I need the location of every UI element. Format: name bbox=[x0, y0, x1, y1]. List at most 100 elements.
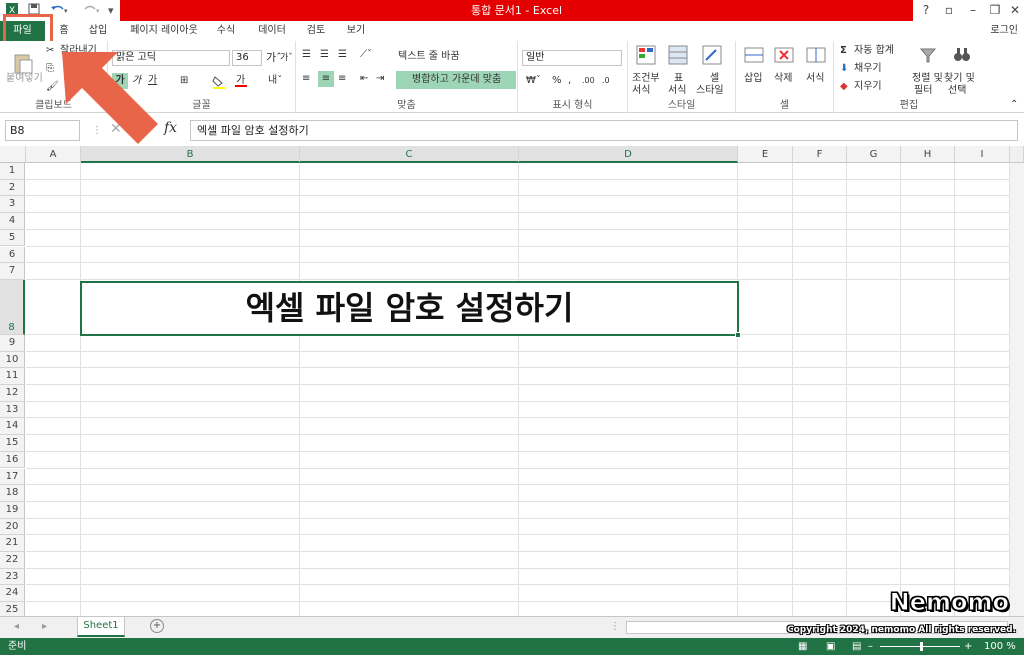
percent-button[interactable]: % bbox=[552, 75, 562, 87]
row-header[interactable]: 13 bbox=[0, 401, 25, 419]
row-header[interactable]: 23 bbox=[0, 568, 25, 586]
delete-cells-icon[interactable] bbox=[774, 45, 794, 69]
comma-button[interactable]: , bbox=[568, 75, 571, 87]
tab-split-icon[interactable]: ⋮ bbox=[610, 621, 620, 633]
align-right-icon[interactable]: ≡ bbox=[338, 73, 346, 85]
zoom-level[interactable]: 100 % bbox=[984, 638, 1016, 655]
row-header[interactable]: 24 bbox=[0, 585, 25, 603]
add-sheet-button[interactable]: + bbox=[150, 619, 164, 633]
ribbon-display-icon[interactable]: ▫ bbox=[938, 0, 960, 21]
fill-handle[interactable] bbox=[735, 332, 741, 338]
increase-indent-icon[interactable]: ⇥ bbox=[376, 73, 384, 85]
row-header[interactable]: 16 bbox=[0, 451, 25, 469]
row-header[interactable]: 10 bbox=[0, 351, 25, 369]
delete-cells-button[interactable]: 삭제 bbox=[774, 73, 792, 85]
column-header-i[interactable]: I bbox=[955, 146, 1010, 163]
align-top-icon[interactable]: ☰ bbox=[302, 49, 311, 61]
format-as-table-icon[interactable] bbox=[668, 45, 688, 69]
column-header-g[interactable]: G bbox=[847, 146, 901, 163]
row-header[interactable]: 17 bbox=[0, 468, 25, 486]
tab-formulas[interactable]: 수식 bbox=[210, 21, 242, 41]
row-header[interactable]: 1 bbox=[0, 163, 25, 180]
column-header-h[interactable]: H bbox=[901, 146, 955, 163]
tab-page-layout[interactable]: 페이지 레이아웃 bbox=[124, 21, 204, 41]
row-header[interactable]: 4 bbox=[0, 213, 25, 230]
conditional-format-label-1[interactable]: 조건부 bbox=[632, 73, 660, 85]
tab-review[interactable]: 검토 bbox=[300, 21, 332, 41]
zoom-in-icon[interactable]: + bbox=[964, 638, 972, 655]
undo-icon[interactable]: ▾ bbox=[50, 3, 70, 18]
tab-home[interactable]: 홈 bbox=[52, 21, 76, 41]
row-header[interactable]: 2 bbox=[0, 179, 25, 197]
sort-filter-icon[interactable] bbox=[918, 45, 938, 69]
login-link[interactable]: 로그인 bbox=[990, 21, 1018, 41]
tab-insert[interactable]: 삽입 bbox=[82, 21, 114, 41]
help-icon[interactable]: ? bbox=[915, 0, 937, 21]
border-icon[interactable]: ⊞ bbox=[180, 75, 188, 87]
orientation-icon[interactable]: ⟋ˇ bbox=[360, 49, 372, 61]
format-cells-icon[interactable] bbox=[806, 45, 826, 69]
conditional-format-icon[interactable] bbox=[636, 45, 656, 69]
insert-cells-icon[interactable] bbox=[744, 45, 764, 69]
find-select-icon[interactable] bbox=[952, 45, 972, 69]
page-layout-view-icon[interactable]: ▣ bbox=[826, 638, 835, 655]
increase-decimal-icon[interactable]: .00 bbox=[582, 75, 595, 87]
zoom-slider-thumb[interactable] bbox=[920, 642, 923, 651]
zoom-out-icon[interactable]: – bbox=[868, 638, 873, 655]
next-sheet-icon[interactable]: ▸ bbox=[42, 621, 47, 633]
align-left-icon[interactable]: ≡ bbox=[302, 73, 310, 85]
row-header[interactable]: 21 bbox=[0, 535, 25, 552]
row-header[interactable]: 25 bbox=[0, 602, 25, 616]
row-header[interactable]: 11 bbox=[0, 368, 25, 385]
redo-icon[interactable]: ▾ bbox=[82, 3, 102, 18]
autosum-button[interactable]: 자동 합계 bbox=[854, 45, 894, 57]
autosum-icon[interactable]: Σ bbox=[840, 45, 847, 57]
insert-function-button[interactable]: fx bbox=[164, 121, 177, 135]
font-color-icon[interactable]: 가 bbox=[234, 73, 248, 91]
select-all-corner[interactable] bbox=[0, 146, 26, 163]
normal-view-icon[interactable]: ▦ bbox=[798, 638, 807, 655]
cell-styles-label-1[interactable]: 셀 bbox=[710, 73, 719, 85]
close-icon[interactable]: ✕ bbox=[1004, 0, 1024, 21]
row-header[interactable]: 14 bbox=[0, 418, 25, 436]
fill-icon[interactable]: ⬇ bbox=[840, 63, 848, 75]
customize-qa-icon[interactable]: ▾ bbox=[108, 3, 114, 18]
number-format-select[interactable]: 일반 bbox=[522, 50, 622, 66]
row-header[interactable]: 9 bbox=[0, 334, 25, 352]
column-header-f[interactable]: F bbox=[793, 146, 847, 163]
sheet-tab-sheet1[interactable]: Sheet1 bbox=[77, 617, 125, 637]
row-header[interactable]: 7 bbox=[0, 263, 25, 280]
cell-styles-icon[interactable] bbox=[702, 45, 722, 69]
worksheet-grid[interactable]: A B C D E F G H I 1 2 3 4 5 6 7 8 9 10 11 12 13 14 15 1… bbox=[0, 146, 1024, 616]
row-header[interactable]: 19 bbox=[0, 501, 25, 519]
fill-color-icon[interactable] bbox=[212, 75, 226, 93]
row-header[interactable]: 18 bbox=[0, 485, 25, 502]
row-header[interactable]: 3 bbox=[0, 196, 25, 214]
sort-filter-label-1[interactable]: 정렬 및 bbox=[912, 73, 943, 85]
merge-center-button[interactable]: 병합하고 가운데 맞춤 bbox=[396, 71, 516, 89]
page-break-view-icon[interactable]: ▤ bbox=[852, 638, 861, 655]
row-header[interactable]: 5 bbox=[0, 229, 25, 247]
prev-sheet-icon[interactable]: ◂ bbox=[14, 621, 19, 633]
column-header-e[interactable]: E bbox=[738, 146, 793, 163]
decrease-indent-icon[interactable]: ⇤ bbox=[360, 73, 368, 85]
column-header-c[interactable]: C bbox=[300, 146, 519, 163]
clear-icon[interactable]: ◆ bbox=[840, 81, 848, 93]
vertical-scrollbar[interactable] bbox=[1010, 163, 1024, 616]
row-header[interactable]: 22 bbox=[0, 552, 25, 569]
row-header[interactable]: 6 bbox=[0, 246, 25, 264]
phonetic-icon[interactable]: 내ˇ bbox=[268, 75, 282, 87]
column-header-d[interactable]: D bbox=[519, 146, 738, 163]
vertical-scroll-up[interactable] bbox=[1010, 146, 1024, 163]
align-middle-icon[interactable]: ☰ bbox=[320, 49, 329, 61]
row-header[interactable]: 20 bbox=[0, 518, 25, 536]
wrap-text-button[interactable]: 텍스트 줄 바꿈 bbox=[398, 51, 460, 63]
row-header[interactable]: 15 bbox=[0, 435, 25, 452]
align-center-icon[interactable]: ≡ bbox=[318, 71, 334, 87]
insert-cells-button[interactable]: 삽입 bbox=[744, 73, 762, 85]
maximize-icon[interactable]: ❐ bbox=[984, 0, 1006, 21]
decrease-decimal-icon[interactable]: .0 bbox=[602, 75, 610, 87]
row-header[interactable]: 8 bbox=[0, 279, 25, 335]
currency-icon[interactable]: ₩ˇ bbox=[526, 75, 541, 87]
format-cells-button[interactable]: 서식 bbox=[806, 73, 824, 85]
